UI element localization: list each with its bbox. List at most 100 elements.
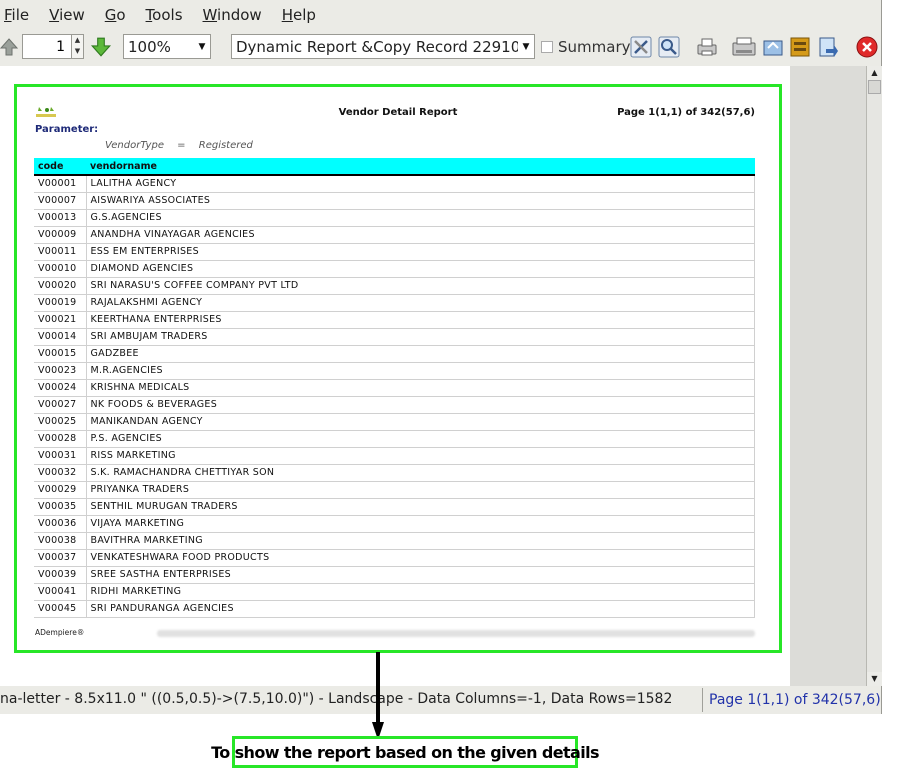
parameter-value: Registered [198, 140, 253, 151]
scroll-down-icon[interactable]: ▼ [867, 672, 882, 686]
parameter-heading: Parameter: [35, 124, 99, 135]
vendor-name-cell: KRISHNA MEDICALS [86, 379, 755, 397]
parameter-operator: = [177, 140, 186, 151]
zoom-select[interactable]: 100% ▼ [123, 34, 211, 59]
report-page-info: Page 1(1,1) of 342(57,6) [617, 107, 755, 118]
attachment-icon [790, 37, 810, 57]
vendor-name-cell: VIJAYA MARKETING [86, 515, 755, 533]
find-button[interactable] [656, 34, 682, 60]
vendor-code-cell: V00020 [34, 277, 87, 295]
menu-mnemonic: G [104, 6, 117, 24]
vendor-code-cell: V00025 [34, 413, 87, 431]
chevron-down-icon: ▼ [522, 41, 530, 52]
find-icon [658, 36, 680, 58]
vendor-table: code vendorname V00001 LALITHA AGENCY V000… [34, 158, 755, 618]
close-button[interactable] [854, 34, 880, 60]
vendor-code-cell: V00009 [34, 226, 87, 244]
vendor-name-cell: M.R.AGENCIES [86, 362, 755, 380]
table-row: V00036 VIJAYA MARKETING [34, 515, 755, 533]
vendor-name-cell: RIDHI MARKETING [86, 583, 755, 601]
vendor-code-cell: V00007 [34, 192, 87, 210]
vendor-name-cell: MANIKANDAN AGENCY [86, 413, 755, 431]
report-viewport[interactable]: Vendor Detail Report Page 1(1,1) of 342(… [0, 66, 866, 686]
table-row: V00032 S.K. RAMACHANDRA CHETTIYAR SON [34, 464, 755, 482]
vendor-code-cell: V00045 [34, 600, 87, 618]
previous-page-button[interactable] [0, 34, 22, 60]
vendor-name-cell: KEERTHANA ENTERPRISES [86, 311, 755, 329]
table-row: V00020 SRI NARASU'S COFFEE COMPANY PVT LT… [34, 277, 755, 295]
next-page-button[interactable] [88, 34, 114, 60]
scroll-up-icon[interactable]: ▲ [867, 66, 882, 80]
spinner-arrows[interactable]: ▲ ▼ [71, 35, 83, 58]
menu-item-help[interactable]: Help [278, 6, 326, 24]
table-row: V00021 KEERTHANA ENTERPRISES [34, 311, 755, 329]
scrollbar-thumb[interactable] [868, 80, 881, 94]
vendor-name-cell: NK FOODS & BEVERAGES [86, 396, 755, 414]
vendor-name-cell: SRI NARASU'S COFFEE COMPANY PVT LTD [86, 277, 755, 295]
vendor-name-cell: ANANDHA VINAYAGAR AGENCIES [86, 226, 755, 244]
menu-item-file[interactable]: File [0, 6, 39, 24]
checkbox-box[interactable] [541, 40, 553, 53]
vendor-name-cell: RAJALAKSHMI AGENCY [86, 294, 755, 312]
screenshot-root: File View Go Tools Window Help 1 ▲ ▼ 100% ▼ Dy… [0, 0, 902, 768]
report-viewer-window: File View Go Tools Window Help 1 ▲ ▼ 100% ▼ Dy… [0, 0, 882, 714]
vendor-code-cell: V00035 [34, 498, 87, 516]
table-row: V00039 SREE SASTHA ENTERPRISES [34, 566, 755, 584]
vendor-code-cell: V00024 [34, 379, 87, 397]
down-arrow-icon [90, 37, 112, 57]
menu-label: ools [152, 6, 183, 24]
vendor-name-cell: VENKATESHWARA FOOD PRODUCTS [86, 549, 755, 567]
vendor-code-cell: V00011 [34, 243, 87, 261]
menu-label: iew [59, 6, 85, 24]
menu-item-view[interactable]: View [45, 6, 95, 24]
vendor-code-cell: V00014 [34, 328, 87, 346]
report-select[interactable]: Dynamic Report &Copy Record 2291032 ▼ [231, 34, 535, 59]
vendor-code-cell: V00027 [34, 396, 87, 414]
menu-item-tools[interactable]: Tools [142, 6, 193, 24]
close-icon [856, 36, 878, 58]
vendor-name-cell: PRIYANKA TRADERS [86, 481, 755, 499]
vendor-name-cell: RISS MARKETING [86, 447, 755, 465]
report-button[interactable] [815, 34, 841, 60]
up-arrow-icon [0, 38, 19, 56]
report-select-value: Dynamic Report &Copy Record 2291032 [236, 37, 518, 56]
menu-mnemonic: W [202, 6, 218, 24]
customize-tools-icon [630, 36, 652, 58]
attachment-button[interactable] [787, 34, 813, 60]
parameter-name: VendorType [105, 140, 164, 151]
status-page-info[interactable]: Page 1(1,1) of 342(57,6) [702, 688, 882, 712]
parameter-row: VendorType = Registered [105, 140, 263, 151]
table-row: V00025 MANIKANDAN AGENCY [34, 413, 755, 431]
vendor-code-cell: V00031 [34, 447, 87, 465]
customize-button[interactable] [628, 34, 654, 60]
page-background [790, 66, 866, 686]
archive-icon [763, 40, 783, 56]
summary-checkbox[interactable]: Summary [541, 34, 631, 59]
table-row: V00031 RISS MARKETING [34, 447, 755, 465]
page-number-spinner[interactable]: 1 ▲ ▼ [22, 34, 84, 59]
report-page: Vendor Detail Report Page 1(1,1) of 342(… [14, 84, 782, 653]
archive-button[interactable] [760, 34, 786, 60]
menu-label: ile [11, 6, 30, 24]
vertical-scrollbar[interactable]: ▲ ▼ [866, 66, 882, 686]
annotation-arrow-icon [372, 652, 384, 740]
table-row: V00007 AISWARIYA ASSOCIATES [34, 192, 755, 210]
print-button[interactable] [694, 34, 720, 60]
chevron-down-icon: ▼ [198, 41, 206, 52]
report-icon [819, 37, 838, 57]
menu-item-window[interactable]: Window [199, 6, 272, 24]
table-row: V00035 SENTHIL MURUGAN TRADERS [34, 498, 755, 516]
export-button[interactable] [731, 34, 757, 60]
vendor-code-cell: V00019 [34, 294, 87, 312]
status-bar: na-letter - 8.5x11.0 " ((0.5,0.5)->(7.5,… [0, 688, 882, 712]
export-icon [732, 37, 756, 56]
table-row: V00019 RAJALAKSHMI AGENCY [34, 294, 755, 312]
page-number-value: 1 [56, 38, 65, 55]
toolbar: 1 ▲ ▼ 100% ▼ Dynamic Report &Copy Record … [0, 30, 882, 64]
vendor-name-cell: BAVITHRA MARKETING [86, 532, 755, 550]
vendor-name-cell: G.S.AGENCIES [86, 209, 755, 227]
menu-item-go[interactable]: Go [101, 6, 136, 24]
status-page-setup: na-letter - 8.5x11.0 " ((0.5,0.5)->(7.5,… [0, 691, 673, 707]
table-row: V00015 GADZBEE [34, 345, 755, 363]
vendor-name-cell: P.S. AGENCIES [86, 430, 755, 448]
